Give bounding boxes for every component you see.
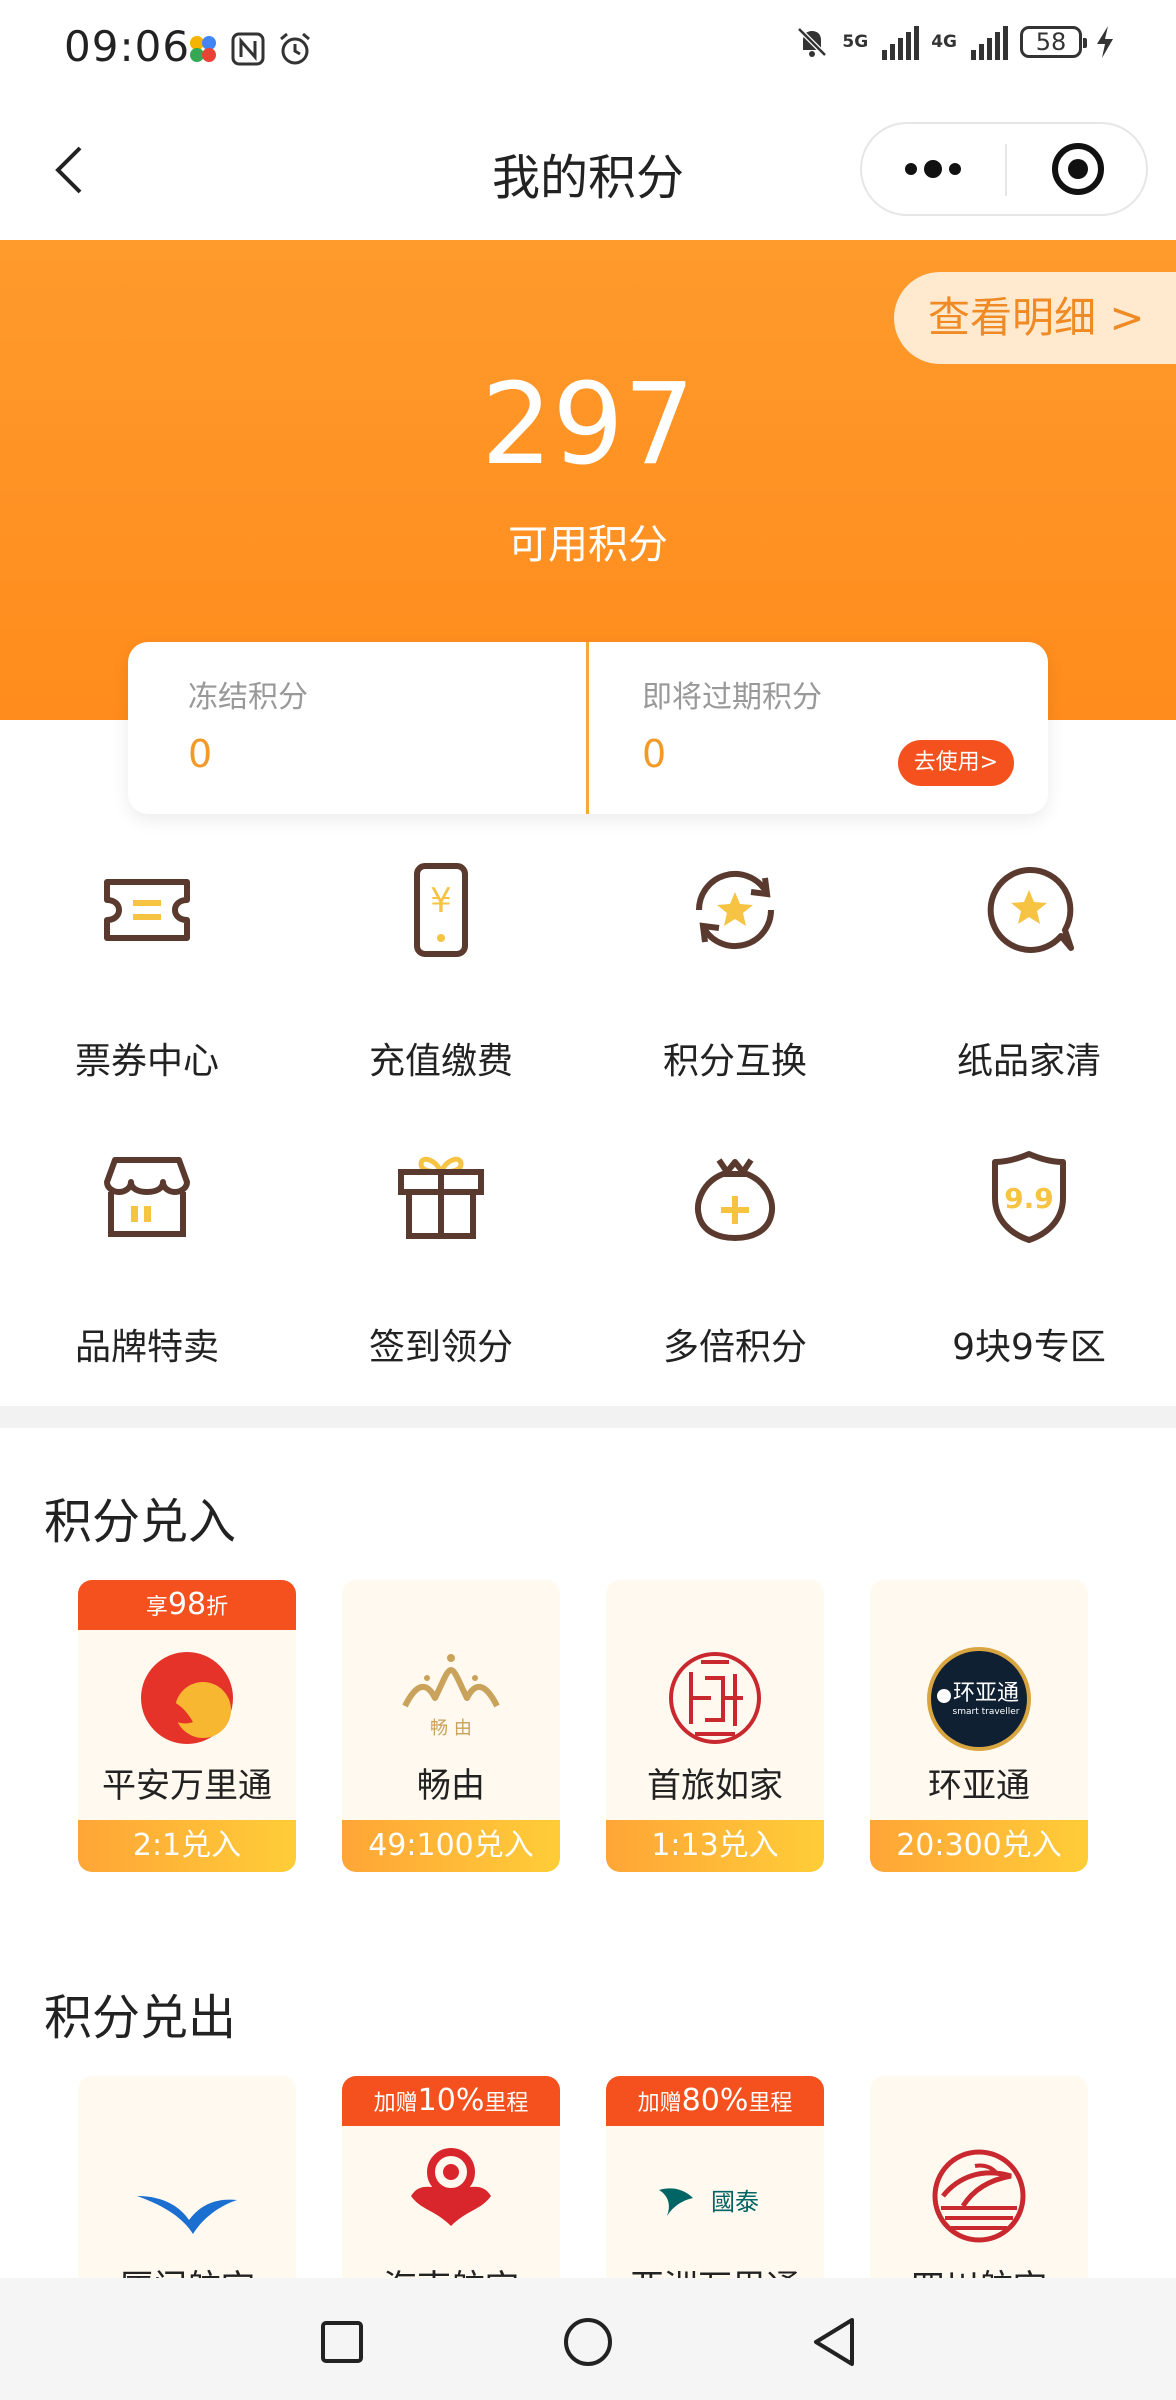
- available-points-value: 297: [481, 360, 695, 490]
- grid-label: 9块9专区: [952, 1327, 1106, 1368]
- shield-99-icon: 9.9: [992, 1151, 1066, 1243]
- huanyatong-logo-icon: 环亚通 smart traveller: [927, 1647, 1031, 1751]
- money-bag-icon: [695, 1158, 775, 1241]
- network-4g-label: 4G: [931, 31, 957, 52]
- charging-icon: [1097, 26, 1113, 58]
- card-name: 畅由: [417, 1766, 485, 1806]
- close-button[interactable]: [1008, 124, 1148, 214]
- exchange-in-card-shoulv[interactable]: 首旅如家 1:13兑入: [606, 1580, 824, 1872]
- huanyatong-logo-text: 环亚通: [953, 1681, 1019, 1706]
- go-use-button[interactable]: 去使用>: [897, 740, 1014, 786]
- alarm-icon: [280, 32, 310, 65]
- card-rate: 20:300兑入: [870, 1820, 1088, 1872]
- grid-item-multi-points[interactable]: 多倍积分: [588, 1146, 882, 1406]
- signal-4g-icon: [971, 24, 1008, 60]
- expiring-points-label: 即将过期积分: [642, 680, 822, 715]
- expiring-points-value: 0: [642, 732, 667, 776]
- view-details-button[interactable]: 查看明细 >: [894, 272, 1176, 364]
- card-rate: 49:100兑入: [342, 1820, 560, 1872]
- grid-label: 积分互换: [662, 1041, 807, 1082]
- target-close-icon: [1052, 143, 1104, 195]
- store-icon: [104, 1157, 190, 1237]
- bonus-badge: 加赠80%里程: [606, 2076, 824, 2126]
- grid-label: 充值缴费: [368, 1041, 513, 1082]
- capsule-divider: [1005, 144, 1007, 196]
- status-right: 5G 4G 58: [794, 24, 1116, 60]
- xiamen-air-logo-icon: [137, 2196, 237, 2234]
- expiring-points: 即将过期积分 0 去使用>: [536, 642, 1048, 814]
- grid-item-brand-sale[interactable]: 品牌特卖: [0, 1146, 294, 1406]
- frozen-points-label: 冻结积分: [188, 680, 308, 715]
- home-button[interactable]: [558, 2312, 618, 2372]
- sichuan-air-logo-icon: [932, 2149, 1026, 2243]
- grid-label: 签到领分: [368, 1327, 513, 1368]
- more-dots-icon: [905, 160, 961, 178]
- grid-label: 品牌特卖: [74, 1327, 219, 1368]
- grid-label: 票券中心: [74, 1041, 219, 1082]
- grid-label: 多倍积分: [662, 1327, 807, 1368]
- card-name: 平安万里通: [102, 1766, 272, 1806]
- star-chat-icon: [987, 866, 1074, 953]
- mini-program-capsule: [860, 122, 1148, 216]
- points-summary-card: 冻结积分 0 即将过期积分 0 去使用>: [128, 642, 1048, 814]
- nfc-icon: [231, 32, 265, 66]
- battery-icon: 58: [1020, 26, 1087, 58]
- cathay-logo-text: 國泰: [711, 2188, 759, 2216]
- star-exchange-icon: [695, 870, 775, 950]
- status-bar: 09:06 5G 4G 58: [0, 0, 1176, 100]
- recent-apps-button[interactable]: [312, 2312, 372, 2372]
- grid-label: 纸品家清: [956, 1041, 1101, 1082]
- card-name: 环亚通: [928, 1766, 1030, 1806]
- triangle-back-icon: [814, 2318, 854, 2366]
- more-button[interactable]: [862, 124, 1004, 214]
- square-icon: [321, 2321, 363, 2363]
- changyou-logo-text: 畅 由: [430, 1718, 472, 1739]
- status-left-icons: [186, 30, 314, 68]
- hainan-air-logo-icon: [411, 2148, 491, 2226]
- shield-99-text: 9.9: [1004, 1182, 1054, 1215]
- grid-item-nine-nine-zone[interactable]: 9.9 9块9专区: [882, 1146, 1176, 1406]
- exchange-in-title: 积分兑入: [44, 1494, 237, 1550]
- card-rate: 2:1兑入: [78, 1820, 296, 1872]
- bonus-badge: 加赠10%里程: [342, 2076, 560, 2126]
- changyou-logo-icon: 畅 由: [402, 1654, 500, 1739]
- system-back-button[interactable]: [804, 2312, 864, 2372]
- gift-icon: [398, 1156, 484, 1239]
- phone-recharge-icon: ¥: [414, 863, 468, 957]
- grid-item-sign-in[interactable]: 签到领分: [294, 1146, 588, 1406]
- huanyatong-logo-subtext: smart traveller: [953, 1707, 1020, 1717]
- pingan-logo-icon: [141, 1652, 233, 1744]
- app-notification-icon: [190, 36, 216, 62]
- nav-bar: 我的积分: [0, 100, 1176, 240]
- grid-item-ticket-center[interactable]: 票券中心: [0, 860, 294, 1120]
- ticket-icon: [104, 879, 190, 941]
- shoulv-seal-logo-icon: [669, 1652, 761, 1744]
- circle-icon: [564, 2318, 612, 2366]
- discount-badge: 享98折: [78, 1580, 296, 1630]
- svg-text:¥: ¥: [430, 881, 452, 921]
- mute-bell-icon: [797, 27, 828, 57]
- network-5g-label: 5G: [842, 31, 869, 52]
- signal-5g-icon: [882, 24, 920, 60]
- exchange-in-card-pingan[interactable]: 享98折 平安万里通 2:1兑入: [78, 1580, 296, 1872]
- section-separator: [0, 1406, 1176, 1428]
- frozen-points: 冻结积分 0: [128, 642, 586, 814]
- status-time: 09:06: [64, 22, 191, 71]
- card-rate: 1:13兑入: [606, 1820, 824, 1872]
- available-points-label: 可用积分: [508, 522, 668, 568]
- card-name: 首旅如家: [647, 1766, 783, 1806]
- cathay-logo-icon: 國泰: [659, 2188, 759, 2216]
- exchange-in-card-huanyatong[interactable]: 环亚通 smart traveller 环亚通 20:300兑入: [870, 1580, 1088, 1872]
- exchange-out-title: 积分兑出: [44, 1990, 237, 2046]
- grid-item-paper-cleaning[interactable]: 纸品家清: [882, 860, 1176, 1120]
- system-nav-bar: [0, 2278, 1176, 2400]
- grid-item-recharge[interactable]: ¥ 充值缴费: [294, 860, 588, 1120]
- exchange-in-card-changyou[interactable]: 畅 由 畅由 49:100兑入: [342, 1580, 560, 1872]
- grid-item-points-exchange[interactable]: 积分互换: [588, 860, 882, 1120]
- frozen-points-value: 0: [188, 732, 213, 776]
